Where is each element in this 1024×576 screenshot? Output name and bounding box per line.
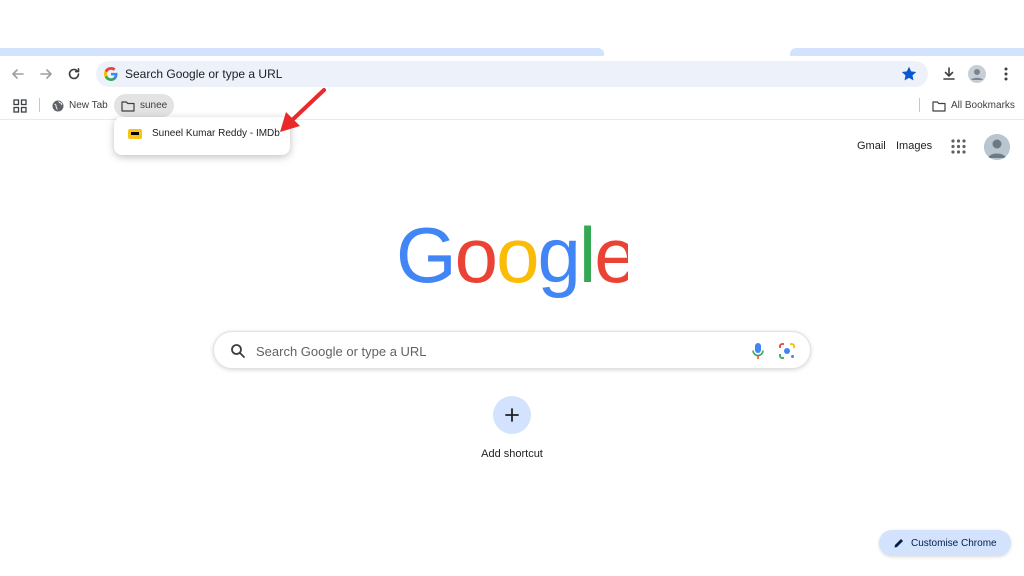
apps-icon [13,98,27,113]
bookmark-star-icon[interactable] [900,65,918,83]
back-button[interactable] [6,62,30,86]
profile-button[interactable] [965,62,989,86]
google-lens-icon[interactable] [778,342,796,360]
globe-icon [52,100,64,111]
dropdown-item-label: Suneel Kumar Reddy - IMDb [152,128,280,139]
search-box[interactable]: Search Google or type a URL [213,331,811,369]
add-shortcut-button[interactable] [493,396,531,434]
google-apps-icon[interactable] [951,139,966,154]
reload-button[interactable] [62,62,86,86]
search-icon [231,344,245,358]
all-bookmarks-label: All Bookmarks [951,100,1015,111]
google-logo: Google [396,214,628,299]
imdb-icon [128,128,142,139]
avatar [968,65,986,83]
forward-button[interactable] [34,62,58,86]
bookmark-new-tab[interactable]: New Tab [45,94,115,117]
bookmark-folder-sunee[interactable]: sunee [114,94,175,117]
annotation-arrow-icon [280,88,326,132]
folder-icon [932,100,946,112]
avatar-icon [984,134,1010,160]
plus-icon [505,408,519,422]
bookmark-label: New Tab [69,100,108,111]
google-g-icon [104,67,118,81]
bookmarks-divider [39,98,40,112]
tab-strip [0,0,1024,56]
customise-chrome-label: Customise Chrome [911,537,997,549]
bookmark-folder-label: sunee [140,100,168,111]
more-vert-icon [1004,67,1008,81]
bookmarks-divider-right [919,98,920,112]
search-input[interactable]: Search Google or type a URL [256,344,427,359]
customise-chrome-button[interactable]: Customise Chrome [879,530,1011,556]
dropdown-item-imdb[interactable]: Suneel Kumar Reddy - IMDb [128,128,280,139]
pencil-icon [894,539,903,548]
folder-icon [121,100,135,112]
account-avatar[interactable] [984,134,1010,160]
reload-icon [68,68,80,80]
address-bar[interactable]: Search Google or type a URL [96,61,928,87]
images-link[interactable]: Images [896,140,932,152]
bookmarks-bar: New Tab sunee All Bookmarks [0,92,1024,120]
apps-shortcut-button[interactable] [6,94,34,117]
tab-strip-band-left [0,48,604,56]
microphone-icon[interactable] [750,342,766,360]
gmail-link[interactable]: Gmail [857,140,886,152]
bookmark-folder-dropdown: Suneel Kumar Reddy - IMDb [114,117,290,155]
add-shortcut-label: Add shortcut [481,448,543,460]
download-icon [943,67,955,80]
back-arrow-icon [12,69,24,79]
forward-arrow-icon [40,69,52,79]
svg-text:Google: Google [396,214,628,299]
all-bookmarks-button[interactable]: All Bookmarks [925,94,1022,117]
chrome-menu-button[interactable] [994,62,1018,86]
address-bar-text: Search Google or type a URL [125,67,283,81]
downloads-button[interactable] [937,62,961,86]
tab-strip-band-right [790,48,1024,56]
